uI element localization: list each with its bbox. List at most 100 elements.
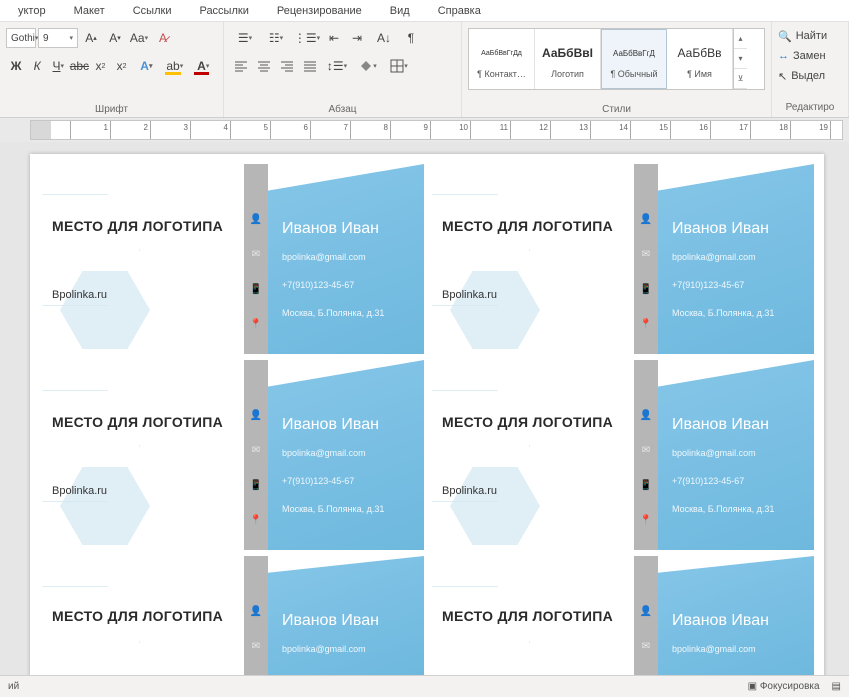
logo-placeholder-text[interactable]: МЕСТО ДЛЯ ЛОГОТИПА: [52, 414, 232, 430]
chevron-up-icon[interactable]: ▴: [734, 29, 747, 49]
person-icon: 👤: [640, 606, 652, 617]
style-name[interactable]: АаБбВв ¶ Имя: [667, 29, 733, 89]
site-text[interactable]: Bpolinka.ru: [442, 289, 622, 301]
ruler-number: 5: [264, 123, 268, 132]
borders-button[interactable]: ▾: [384, 55, 414, 77]
tab-mailings[interactable]: Рассылки: [185, 2, 262, 20]
style-contact[interactable]: АаБбВвГгДд ¶ Контакт…: [469, 29, 535, 89]
tab-constructor[interactable]: уктор: [4, 2, 60, 20]
gallery-more-icon[interactable]: ⊻: [734, 69, 747, 89]
superscript-button[interactable]: x2: [112, 55, 132, 77]
business-card-cell[interactable]: МЕСТО ДЛЯ ЛОГОТИПА Bpolinka.ru 👤 ✉ 📱 📍 И…: [430, 360, 814, 550]
shrink-font-button[interactable]: A▾: [104, 27, 126, 49]
card-back: 👤 ✉ Иванов Иван bpolinka@gmail.com: [244, 556, 424, 675]
align-left-button[interactable]: [230, 55, 252, 77]
font-size-input[interactable]: 9▾: [38, 28, 78, 48]
align-center-button[interactable]: [253, 55, 275, 77]
site-text[interactable]: Bpolinka.ru: [442, 485, 622, 497]
find-button[interactable]: 🔍Найти: [778, 26, 842, 46]
show-marks-button[interactable]: ¶: [400, 27, 422, 49]
increase-indent-button[interactable]: ⇥: [346, 27, 368, 49]
align-right-button[interactable]: [276, 55, 298, 77]
card-email[interactable]: bpolinka@gmail.com: [282, 448, 410, 458]
chevron-down-icon[interactable]: ▾: [734, 49, 747, 69]
site-text[interactable]: Bpolinka.ru: [52, 485, 232, 497]
tab-layout[interactable]: Макет: [60, 2, 119, 20]
card-name[interactable]: Иванов Иван: [282, 416, 410, 434]
card-address[interactable]: Москва, Б.Полянка, д.31: [282, 308, 410, 318]
card-phone[interactable]: +7(910)123-45-67: [282, 280, 410, 290]
card-name[interactable]: Иванов Иван: [672, 612, 800, 630]
text-effects-button[interactable]: A▾: [133, 55, 160, 77]
document-area[interactable]: МЕСТО ДЛЯ ЛОГОТИПА Bpolinka.ru 👤 ✉ 📱 📍 И…: [0, 142, 849, 675]
card-email[interactable]: bpolinka@gmail.com: [672, 448, 800, 458]
business-card-cell[interactable]: МЕСТО ДЛЯ ЛОГОТИПА Bpolinka.ru 👤 ✉ 📱 📍 И…: [430, 164, 814, 354]
business-card-cell[interactable]: МЕСТО ДЛЯ ЛОГОТИПА Bpolinka.ru 👤 ✉ 📱 📍 И…: [40, 164, 424, 354]
multilevel-button[interactable]: ⋮☰▾: [292, 27, 322, 49]
bullets-button[interactable]: ☰▾: [230, 27, 260, 49]
card-email[interactable]: bpolinka@gmail.com: [282, 644, 410, 654]
shading-button[interactable]: ▾: [353, 55, 383, 77]
logo-placeholder-text[interactable]: МЕСТО ДЛЯ ЛОГОТИПА: [52, 608, 232, 624]
style-normal[interactable]: АаБбВвГгД ¶ Обычный: [601, 29, 667, 89]
mail-icon: ✉: [252, 641, 260, 652]
site-text[interactable]: Bpolinka.ru: [52, 289, 232, 301]
focus-mode-button[interactable]: ▣ Фокусировка: [748, 681, 820, 692]
styles-gallery[interactable]: АаБбВвГгДд ¶ Контакт… АаБбВвІ Логотип Аа…: [468, 28, 765, 90]
logo-placeholder-text[interactable]: МЕСТО ДЛЯ ЛОГОТИПА: [442, 608, 622, 624]
styles-group: АаБбВвГгДд ¶ Контакт… АаБбВвІ Логотип Аа…: [462, 22, 772, 117]
card-email[interactable]: bpolinka@gmail.com: [672, 644, 800, 654]
business-card-cell[interactable]: МЕСТО ДЛЯ ЛОГОТИПА 👤 ✉ Иванов Иван bpoli…: [430, 556, 814, 675]
justify-button[interactable]: [299, 55, 321, 77]
card-email[interactable]: bpolinka@gmail.com: [672, 252, 800, 262]
strikethrough-button[interactable]: abc: [69, 55, 89, 77]
font-name-input[interactable]: Gothi▾: [6, 28, 36, 48]
tab-references[interactable]: Ссылки: [119, 2, 186, 20]
ruler-number: 15: [659, 123, 668, 132]
card-email[interactable]: bpolinka@gmail.com: [282, 252, 410, 262]
ruler-number: 4: [224, 123, 228, 132]
card-name[interactable]: Иванов Иван: [672, 220, 800, 238]
view-print-layout-button[interactable]: ▤: [832, 681, 841, 692]
card-name[interactable]: Иванов Иван: [672, 416, 800, 434]
logo-placeholder-text[interactable]: МЕСТО ДЛЯ ЛОГОТИПА: [442, 218, 622, 234]
card-address[interactable]: Москва, Б.Полянка, д.31: [282, 504, 410, 514]
tab-review[interactable]: Рецензирование: [263, 2, 376, 20]
numbering-button[interactable]: ☷▾: [261, 27, 291, 49]
grow-font-button[interactable]: A▴: [80, 27, 102, 49]
bold-button[interactable]: Ж: [6, 55, 26, 77]
style-preview: АаБбВв: [678, 39, 722, 67]
decrease-indent-button[interactable]: ⇤: [323, 27, 345, 49]
business-card-cell[interactable]: МЕСТО ДЛЯ ЛОГОТИПА Bpolinka.ru 👤 ✉ 📱 📍 И…: [40, 360, 424, 550]
subscript-button[interactable]: x2: [90, 55, 110, 77]
line-spacing-button[interactable]: ↕☰▾: [322, 55, 352, 77]
card-phone[interactable]: +7(910)123-45-67: [672, 280, 800, 290]
tab-help[interactable]: Справка: [424, 2, 495, 20]
underline-button[interactable]: Ч▾: [48, 55, 68, 77]
font-color-button[interactable]: A▾: [190, 55, 217, 77]
mail-icon: ✉: [252, 249, 260, 260]
style-logo[interactable]: АаБбВвІ Логотип: [535, 29, 601, 89]
logo-placeholder-text[interactable]: МЕСТО ДЛЯ ЛОГОТИПА: [52, 218, 232, 234]
replace-button[interactable]: ↔Замен: [778, 46, 842, 66]
borders-icon: [390, 59, 404, 73]
ruler-number: 2: [144, 123, 148, 132]
page[interactable]: МЕСТО ДЛЯ ЛОГОТИПА Bpolinka.ru 👤 ✉ 📱 📍 И…: [30, 154, 824, 675]
card-address[interactable]: Москва, Б.Полянка, д.31: [672, 504, 800, 514]
logo-placeholder-text[interactable]: МЕСТО ДЛЯ ЛОГОТИПА: [442, 414, 622, 430]
sort-button[interactable]: A↓: [369, 27, 399, 49]
card-name[interactable]: Иванов Иван: [282, 612, 410, 630]
highlight-button[interactable]: ab▾: [161, 55, 188, 77]
change-case-button[interactable]: Aa▾: [128, 27, 150, 49]
business-card-cell[interactable]: МЕСТО ДЛЯ ЛОГОТИПА 👤 ✉ Иванов Иван bpoli…: [40, 556, 424, 675]
horizontal-ruler[interactable]: 1 2 3 4 5 6 7 8 9 10 11 12 13 14 15 16 1…: [30, 120, 843, 140]
gallery-scroll[interactable]: ▴ ▾ ⊻: [733, 29, 747, 89]
card-name[interactable]: Иванов Иван: [282, 220, 410, 238]
tab-view[interactable]: Вид: [376, 2, 424, 20]
clear-formatting-button[interactable]: A̷: [152, 27, 174, 49]
card-address[interactable]: Москва, Б.Полянка, д.31: [672, 308, 800, 318]
italic-button[interactable]: К: [27, 55, 47, 77]
select-button[interactable]: ↖Выдел: [778, 66, 842, 86]
card-phone[interactable]: +7(910)123-45-67: [282, 476, 410, 486]
card-phone[interactable]: +7(910)123-45-67: [672, 476, 800, 486]
